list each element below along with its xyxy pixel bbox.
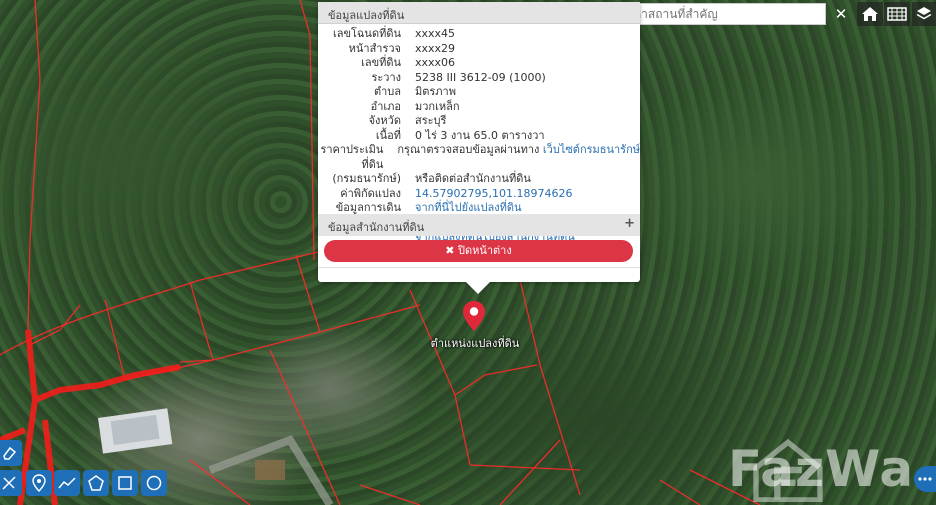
info-label: หน้าสำรวจ <box>348 41 401 55</box>
land-office-title: ข้อมูลสำนักงานที่ดิน <box>328 221 425 234</box>
more-options-button[interactable] <box>914 466 936 492</box>
map-pin-icon <box>463 301 485 331</box>
info-label: ตำบล <box>373 85 401 98</box>
home-icon <box>862 7 878 21</box>
info-label: จังหวัด <box>368 114 401 127</box>
pin-tool[interactable] <box>26 470 52 496</box>
close-window-button[interactable]: ✖ ปิดหน้าต่าง <box>324 240 633 262</box>
house-roof <box>97 408 173 454</box>
layers-button[interactable] <box>912 2 936 26</box>
grid-button[interactable] <box>884 2 910 26</box>
info-value: มวกเหล็ก <box>415 99 460 113</box>
info-value: 0 ไร่ 3 งาน 65.0 ตารางวา <box>415 128 545 142</box>
info-row-land-number: เลขที่ดิน xxxx06 <box>318 56 640 71</box>
directions-to-parcel-link[interactable]: จากที่นี่ไปยังแปลงที่ดิน <box>415 201 521 214</box>
rectangle-tool[interactable] <box>112 470 138 496</box>
info-value: 5238 III 3612-09 (1000) <box>415 70 546 84</box>
rectangle-icon <box>118 476 132 490</box>
expand-plus-icon[interactable]: + <box>624 216 635 231</box>
coordinates-link[interactable]: 14.57902795,101.18974626 <box>415 187 572 200</box>
treasury-website-link[interactable]: เว็บไซต์กรมธนารักษ์ <box>543 143 640 156</box>
info-value: มิตรภาพ <box>415 85 456 98</box>
info-row-coordinates: ค่าพิกัดแปลง 14.57902795,101.18974626 <box>318 187 640 202</box>
polygon-tool[interactable] <box>83 470 109 496</box>
info-label: อำเภอ <box>370 99 401 113</box>
info-label: ระวาง <box>371 70 401 84</box>
info-row-survey-page: หน้าสำรวจ xxxx29 <box>318 42 640 57</box>
info-value: กรุณาตรวจสอบข้อมูลผ่านทาง เว็บไซต์กรมธนา… <box>397 143 640 172</box>
watermark-text: FazWa <box>728 440 915 498</box>
parcel-info-popup: ข้อมูลแปลงที่ดิน เลขโฉนดที่ดิน xxxx45 หน… <box>318 2 640 294</box>
info-row-price: ราคาประเมินที่ดิน กรุณาตรวจสอบข้อมูลผ่าน… <box>318 143 640 172</box>
grid-icon <box>887 7 907 21</box>
info-row-province: จังหวัด สระบุรี <box>318 114 640 129</box>
info-label: เนื้อที่ <box>375 128 401 142</box>
parcel-info-table: เลขโฉนดที่ดิน xxxx45 หน้าสำรวจ xxxx29 เล… <box>318 24 640 245</box>
info-value: xxxx29 <box>415 41 456 55</box>
info-row-deed: เลขโฉนดที่ดิน xxxx45 <box>318 27 640 42</box>
info-value: xxxx06 <box>415 56 456 69</box>
info-label: เลขที่ดิน <box>361 56 401 69</box>
eraser-tool[interactable] <box>0 440 22 466</box>
layers-icon <box>916 7 932 20</box>
info-value: สระบุรี <box>415 114 447 127</box>
info-value: 14.57902795,101.18974626 <box>415 187 640 202</box>
pin-icon <box>32 474 46 492</box>
info-value: xxxx45 <box>415 27 456 40</box>
measure-tool[interactable] <box>0 470 22 496</box>
info-value: หรือติดต่อสำนักงานที่ดิน <box>415 172 531 185</box>
line-icon <box>58 477 76 489</box>
circle-icon <box>146 475 162 491</box>
info-label: (กรมธนารักษ์) <box>332 172 401 185</box>
home-button[interactable] <box>857 2 883 26</box>
polygon-icon <box>88 475 104 491</box>
info-row-sheet: ระวาง 5238 III 3612-09 (1000) <box>318 71 640 86</box>
land-office-section[interactable]: ข้อมูลสำนักงานที่ดิน + <box>318 214 640 236</box>
popup-divider <box>318 267 640 268</box>
info-row-district: อำเภอ มวกเหล็ก <box>318 100 640 115</box>
info-row-area: เนื้อที่ 0 ไร่ 3 งาน 65.0 ตารางวา <box>318 129 640 144</box>
info-row-subdistrict: ตำบล มิตรภาพ <box>318 85 640 100</box>
info-label: ราคาประเมินที่ดิน <box>320 143 384 171</box>
parcel-location-marker[interactable] <box>462 300 486 336</box>
popup-title: ข้อมูลแปลงที่ดิน <box>318 2 640 24</box>
line-tool[interactable] <box>54 470 80 496</box>
search-input[interactable] <box>612 3 826 25</box>
marker-label: ตำแหน่งแปลงที่ดิน <box>430 337 520 350</box>
info-label: ค่าพิกัดแปลง <box>340 186 401 200</box>
info-label: เลขโฉนดที่ดิน <box>333 27 401 40</box>
price-text: กรุณาตรวจสอบข้อมูลผ่านทาง <box>397 143 540 156</box>
eraser-icon <box>3 446 17 460</box>
ruler-icon <box>2 476 16 490</box>
info-row-price-2: (กรมธนารักษ์) หรือติดต่อสำนักงานที่ดิน <box>318 172 640 187</box>
more-icon <box>918 477 932 481</box>
circle-tool[interactable] <box>141 470 167 496</box>
popup-pointer <box>466 282 490 294</box>
search-clear-button[interactable]: ✕ <box>830 3 852 25</box>
